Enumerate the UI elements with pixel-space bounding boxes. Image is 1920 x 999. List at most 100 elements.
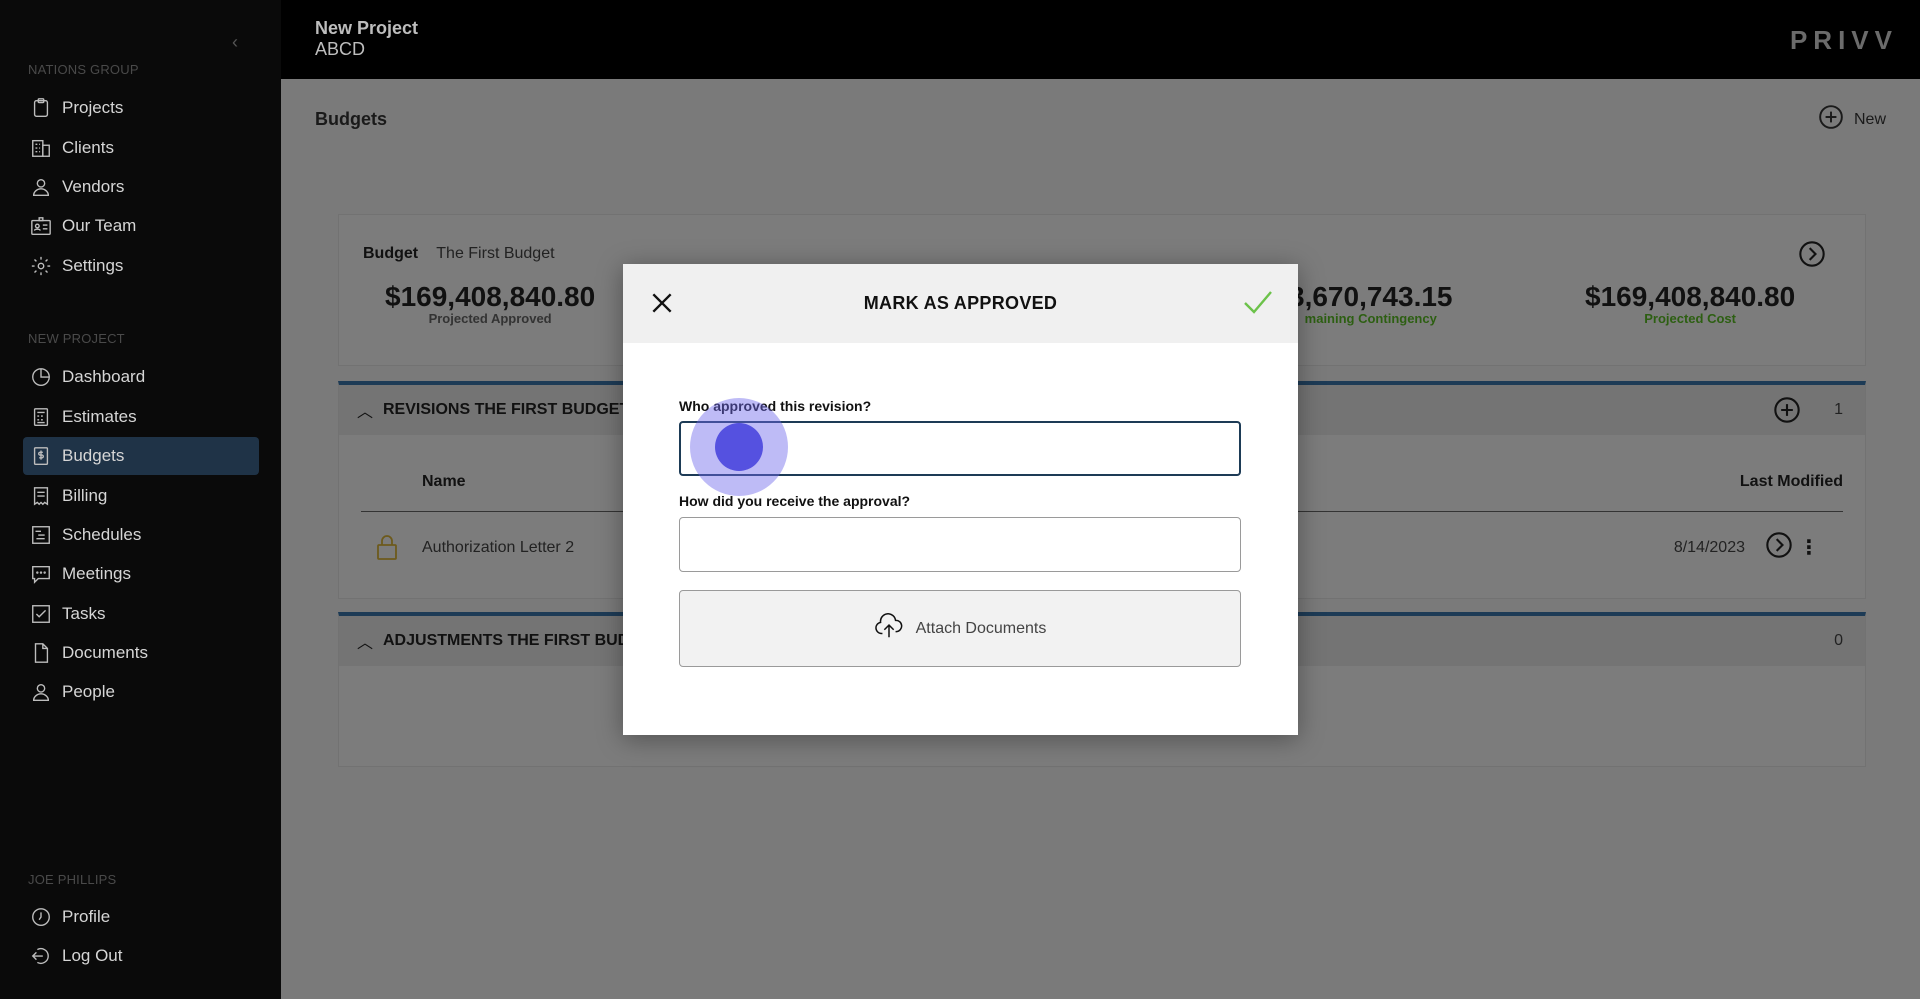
pie-chart-icon bbox=[29, 365, 53, 389]
sidebar-item-label: Vendors bbox=[62, 177, 125, 196]
logout-icon bbox=[29, 944, 53, 968]
sidebar-item-label: Settings bbox=[62, 256, 124, 275]
sidebar-item-label: Dashboard bbox=[62, 367, 146, 386]
new-button[interactable]: New bbox=[1818, 104, 1886, 135]
stat-projected-approved: $169,408,840.80 Projected Approved bbox=[385, 281, 595, 326]
attach-documents-button[interactable]: Attach Documents bbox=[679, 590, 1241, 667]
project-title: New Project bbox=[315, 18, 419, 38]
sidebar-item-dashboard[interactable]: Dashboard bbox=[23, 358, 259, 396]
calculator-icon bbox=[29, 405, 53, 429]
person-icon bbox=[29, 175, 53, 199]
stat-label: Projected Approved bbox=[428, 311, 552, 326]
sidebar-item-label: Our Team bbox=[62, 216, 137, 235]
mark-approved-modal: MARK AS APPROVED Who approved this revis… bbox=[623, 264, 1298, 735]
sidebar-item-label: Clients bbox=[62, 138, 114, 157]
page-title: Budgets bbox=[315, 109, 387, 129]
sidebar-item-label: Budgets bbox=[62, 446, 125, 465]
cloud-upload-icon bbox=[874, 611, 904, 646]
org-section-label: NATIONS GROUP bbox=[28, 62, 139, 77]
sidebar-item-budgets[interactable]: Budgets bbox=[23, 437, 259, 475]
plus-circle-icon bbox=[1818, 104, 1844, 135]
modal-title: MARK AS APPROVED bbox=[863, 293, 1058, 313]
sidebar-item-label: Meetings bbox=[62, 564, 131, 583]
open-revision-arrow-icon[interactable] bbox=[1765, 531, 1793, 559]
sidebar-item-label: People bbox=[62, 682, 115, 701]
stat-projected-cost: $169,408,840.80 Projected Cost bbox=[1585, 281, 1795, 326]
stat-remaining-contingency: 3,670,743.15 maining Contingency bbox=[1289, 281, 1453, 326]
sidebar-item-label: Log Out bbox=[62, 946, 123, 965]
approver-label: Who approved this revision? bbox=[679, 398, 872, 414]
stat-value: 3,670,743.15 bbox=[1289, 281, 1453, 312]
user-section-label: JOE PHILLIPS bbox=[28, 872, 117, 887]
stat-value: $169,408,840.80 bbox=[1585, 281, 1796, 312]
sidebar-item-label: Tasks bbox=[62, 604, 106, 623]
clipboard-icon bbox=[29, 96, 53, 120]
adjustments-title: ADJUSTMENTS THE FIRST BUD bbox=[383, 632, 630, 649]
chevron-up-icon[interactable]: ︿ bbox=[357, 398, 373, 422]
sidebar-item-documents[interactable]: Documents bbox=[23, 634, 259, 672]
approver-input[interactable] bbox=[679, 421, 1241, 476]
document-icon bbox=[29, 641, 53, 665]
checkbox-icon bbox=[29, 602, 53, 626]
gantt-icon bbox=[29, 523, 53, 547]
sidebar-item-our-team[interactable]: Our Team bbox=[23, 207, 259, 245]
gear-icon bbox=[29, 254, 53, 278]
sidebar-item-profile[interactable]: Profile bbox=[23, 898, 259, 936]
sidebar-item-schedules[interactable]: Schedules bbox=[23, 516, 259, 554]
budget-name: The First Budget bbox=[436, 245, 555, 262]
sidebar-item-label: Projects bbox=[62, 98, 124, 117]
chat-icon bbox=[29, 562, 53, 586]
column-header-last-modified[interactable]: Last Modified bbox=[1740, 473, 1843, 491]
confirm-check-icon[interactable] bbox=[1242, 288, 1274, 316]
project-section-label: NEW PROJECT bbox=[28, 331, 125, 346]
sidebar-item-label: Schedules bbox=[62, 525, 142, 544]
sidebar-item-label: Profile bbox=[62, 907, 111, 926]
sidebar-item-tasks[interactable]: Tasks bbox=[23, 595, 259, 633]
building-icon bbox=[29, 136, 53, 160]
sidebar-item-people[interactable]: People bbox=[23, 673, 259, 711]
sidebar-item-vendors[interactable]: Vendors bbox=[23, 168, 259, 206]
stat-label: maining Contingency bbox=[1304, 311, 1437, 326]
collapse-sidebar-icon[interactable]: ‹ bbox=[232, 32, 246, 52]
project-subtitle: ABCD bbox=[315, 39, 366, 59]
open-budget-arrow-icon[interactable] bbox=[1798, 240, 1826, 268]
approval-method-input[interactable] bbox=[679, 517, 1241, 572]
profile-clock-icon bbox=[29, 905, 53, 929]
budget-label: Budget bbox=[363, 245, 419, 262]
person-icon bbox=[29, 680, 53, 704]
new-button-label: New bbox=[1853, 110, 1886, 128]
sidebar-item-estimates[interactable]: Estimates bbox=[23, 398, 259, 436]
dollar-document-icon bbox=[29, 444, 53, 468]
add-revision-icon[interactable] bbox=[1773, 396, 1801, 424]
top-header: New Project ABCD PRIVV bbox=[281, 0, 1920, 79]
budget-heading: Budget The First Budget bbox=[363, 245, 555, 263]
sidebar-item-label: Documents bbox=[62, 643, 148, 662]
sidebar-item-label: Estimates bbox=[62, 407, 137, 426]
lock-icon bbox=[375, 533, 399, 561]
sidebar-item-projects[interactable]: Projects bbox=[23, 89, 259, 127]
sidebar-item-log-out[interactable]: Log Out bbox=[23, 937, 259, 975]
sidebar-item-settings[interactable]: Settings bbox=[23, 247, 259, 285]
sidebar: ‹ NATIONS GROUP Projects Clients Vendors… bbox=[0, 0, 281, 999]
revisions-count: 1 bbox=[1834, 401, 1843, 418]
revision-name[interactable]: Authorization Letter 2 bbox=[422, 539, 574, 557]
approval-method-label: How did you receive the approval? bbox=[679, 493, 911, 509]
sidebar-item-clients[interactable]: Clients bbox=[23, 129, 259, 167]
stat-label: Projected Cost bbox=[1644, 311, 1736, 326]
page-header: Budgets New bbox=[281, 79, 1920, 158]
modal-header: MARK AS APPROVED bbox=[623, 264, 1298, 343]
id-card-icon bbox=[29, 214, 53, 238]
adjustments-count: 0 bbox=[1834, 632, 1843, 649]
stat-value: $169,408,840.80 bbox=[385, 281, 596, 312]
sidebar-item-label: Billing bbox=[62, 486, 108, 505]
revisions-title: REVISIONS THE FIRST BUDGET bbox=[383, 401, 630, 418]
invoice-icon bbox=[29, 484, 53, 508]
revision-date: 8/14/2023 bbox=[1673, 539, 1745, 556]
brand-logo: PRIVV bbox=[1789, 25, 1898, 55]
attach-documents-label: Attach Documents bbox=[915, 619, 1047, 637]
column-header-name[interactable]: Name bbox=[422, 473, 466, 491]
chevron-up-icon[interactable]: ︿ bbox=[357, 629, 373, 653]
more-options-icon[interactable]: ⋮ bbox=[1799, 535, 1819, 560]
sidebar-item-meetings[interactable]: Meetings bbox=[23, 555, 259, 593]
sidebar-item-billing[interactable]: Billing bbox=[23, 477, 259, 515]
